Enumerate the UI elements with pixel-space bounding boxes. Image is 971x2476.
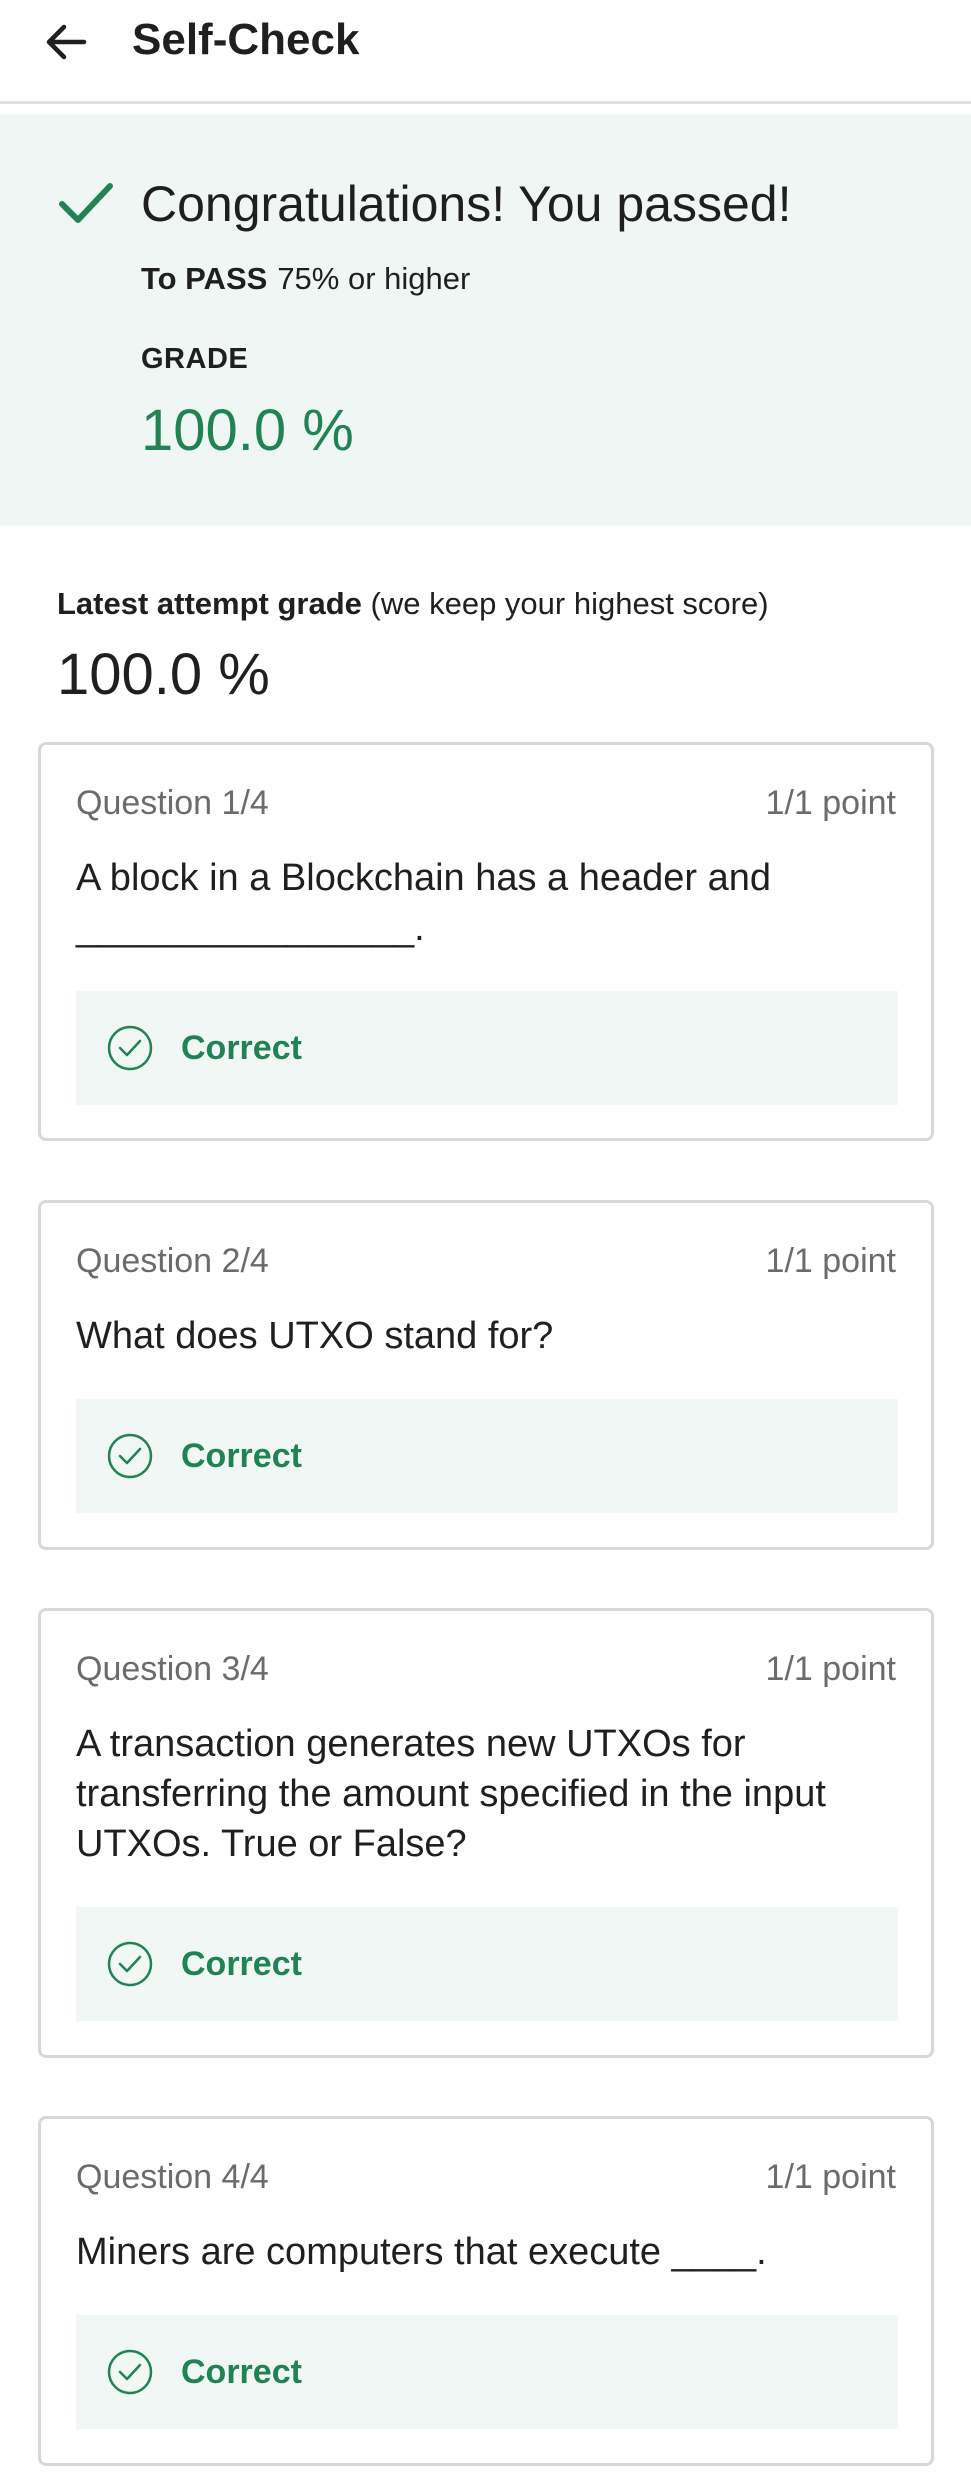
result-correct: Correct [76, 1399, 898, 1513]
check-circle-icon [107, 1941, 153, 1987]
checkmark-icon [59, 183, 113, 223]
latest-attempt-line: Latest attempt grade (we keep your highe… [57, 584, 769, 624]
correct-label: Correct [181, 1945, 302, 1983]
latest-attempt-label: Latest attempt grade [57, 586, 362, 621]
question-text: A block in a Blockchain has a header and… [76, 857, 772, 949]
pass-requirement-label: To PASS [141, 261, 268, 296]
question-number: Question 3/4 [76, 1650, 269, 1688]
check-circle-icon [107, 1433, 153, 1479]
arrow-left-icon [46, 24, 87, 60]
pass-requirement: To PASS 75% or higher [141, 260, 470, 298]
correct-label: Correct [181, 1029, 302, 1067]
question-number: Question 1/4 [76, 784, 269, 822]
question-number: Question 4/4 [76, 2158, 269, 2196]
check-circle-icon [107, 2349, 153, 2395]
question-points: 1/1 point [765, 2158, 896, 2196]
result-correct: Correct [76, 2315, 898, 2429]
latest-attempt-note: (we keep your highest score) [370, 586, 769, 621]
correct-label: Correct [181, 2353, 302, 2391]
result-correct: Correct [76, 1907, 898, 2021]
result-correct: Correct [76, 991, 898, 1105]
question-points: 1/1 point [765, 784, 896, 822]
question-number: Question 2/4 [76, 1242, 269, 1280]
question-text: What does UTXO stand for? [76, 1315, 554, 1357]
pass-requirement-value: 75% or higher [277, 261, 471, 296]
question-points: 1/1 point [765, 1242, 896, 1280]
top-bar: Self-Check [0, 0, 971, 104]
question-text: Miners are computers that execute ____. [76, 2231, 767, 2273]
page-title: Self-Check [132, 15, 360, 64]
back-button[interactable] [38, 14, 94, 70]
grade-label: GRADE [141, 343, 249, 375]
result-title: Congratulations! You passed! [141, 176, 792, 232]
question-points: 1/1 point [765, 1650, 896, 1688]
question-card: Question 1/4 1/1 point A block in a Bloc… [38, 742, 934, 1141]
question-card: Question 3/4 1/1 point A transaction gen… [38, 1608, 934, 2058]
latest-attempt-value: 100.0 % [57, 642, 270, 707]
grade-value: 100.0 % [141, 398, 354, 463]
check-circle-icon [107, 1025, 153, 1071]
correct-label: Correct [181, 1437, 302, 1475]
question-card: Question 4/4 1/1 point Miners are comput… [38, 2116, 934, 2466]
question-text: A transaction generates new UTXOs for tr… [76, 1723, 826, 1865]
question-card: Question 2/4 1/1 point What does UTXO st… [38, 1200, 934, 1550]
